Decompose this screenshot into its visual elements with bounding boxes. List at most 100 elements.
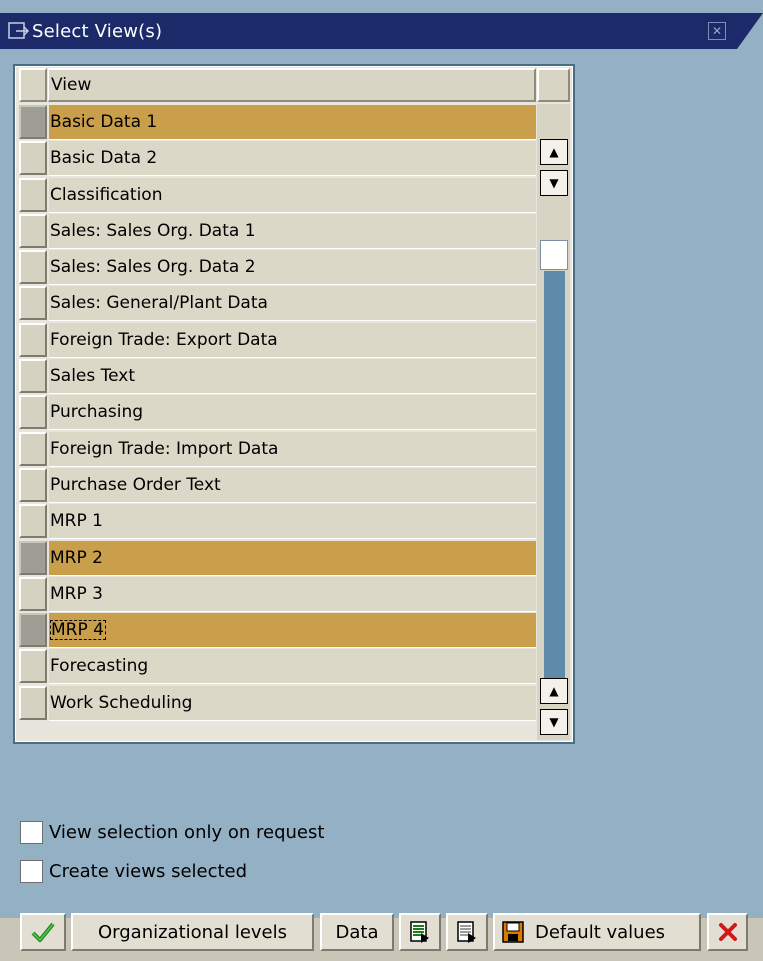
data-button[interactable]: Data xyxy=(320,913,394,951)
table-row[interactable]: MRP 2 xyxy=(19,540,537,576)
row-selector[interactable] xyxy=(19,576,47,611)
row-selector[interactable] xyxy=(19,286,47,321)
row-selector[interactable] xyxy=(19,141,47,176)
table-row[interactable]: Sales: General/Plant Data xyxy=(19,285,537,322)
scroll-up-icon[interactable]: ▲ xyxy=(540,139,568,165)
table-row[interactable]: Sales Text xyxy=(19,358,537,395)
view-label: MRP 1 xyxy=(50,511,103,532)
table-row[interactable]: Purchase Order Text xyxy=(19,467,537,503)
deselect-all-icon xyxy=(457,921,476,943)
view-label: MRP 3 xyxy=(50,583,103,604)
row-selector[interactable] xyxy=(19,649,47,684)
select-all-button[interactable] xyxy=(19,68,47,102)
view-table: View Basic Data 1 Basic Data 2 Classificat… xyxy=(13,64,575,744)
page-down-icon[interactable]: ▼ xyxy=(540,709,568,735)
scroll-track[interactable] xyxy=(544,271,565,703)
view-label: Basic Data 1 xyxy=(50,112,158,132)
view-cell[interactable]: MRP 1 xyxy=(49,504,536,540)
view-label: Sales Text xyxy=(50,366,136,387)
column-settings-button[interactable] xyxy=(537,68,570,102)
view-label: Foreign Trade: Import Data xyxy=(50,438,279,459)
row-selector[interactable] xyxy=(19,504,47,539)
page-up-icon[interactable]: ▲ xyxy=(540,678,568,704)
row-selector[interactable] xyxy=(19,431,47,466)
scroll-down-icon[interactable]: ▼ xyxy=(540,170,568,196)
view-label: Forecasting xyxy=(50,656,149,677)
view-label: Purchase Order Text xyxy=(50,474,221,495)
view-cell[interactable]: MRP 4 xyxy=(49,613,536,649)
row-selector[interactable] xyxy=(19,395,47,430)
row-selector[interactable] xyxy=(19,467,47,502)
table-row[interactable]: Purchasing xyxy=(19,394,537,431)
deselect-all-views-button[interactable] xyxy=(446,913,488,951)
table-row[interactable]: MRP 1 xyxy=(19,503,537,540)
view-selection-option[interactable]: View selection only on request xyxy=(20,818,324,846)
view-cell[interactable]: Sales Text xyxy=(49,359,536,395)
table-row[interactable]: Sales: Sales Org. Data 2 xyxy=(19,249,537,286)
view-cell[interactable]: Sales: General/Plant Data xyxy=(49,286,536,322)
table-row[interactable]: Foreign Trade: Export Data xyxy=(19,322,537,358)
view-label: MRP 4 xyxy=(50,620,106,641)
row-selector[interactable] xyxy=(19,250,47,285)
view-cell[interactable]: Basic Data 2 xyxy=(49,141,536,177)
column-header-view[interactable]: View xyxy=(48,68,536,102)
view-cell[interactable]: Sales: Sales Org. Data 2 xyxy=(49,250,536,286)
confirm-button[interactable] xyxy=(20,913,66,951)
view-cell[interactable]: Basic Data 1 xyxy=(49,105,536,140)
view-cell[interactable]: Purchasing xyxy=(49,395,536,431)
organizational-levels-button[interactable]: Organizational levels xyxy=(71,913,314,951)
row-selector[interactable] xyxy=(19,322,47,357)
view-cell[interactable]: Foreign Trade: Export Data xyxy=(49,322,536,358)
view-cell[interactable]: Sales: Sales Org. Data 1 xyxy=(49,213,536,249)
row-selector[interactable] xyxy=(19,105,47,139)
row-selector[interactable] xyxy=(19,177,47,212)
vertical-scrollbar[interactable]: ▲ ▼ ▲ ▼ xyxy=(537,104,570,740)
create-views-checkbox[interactable] xyxy=(20,859,43,883)
row-selector[interactable] xyxy=(19,540,47,575)
row-selector[interactable] xyxy=(19,213,47,248)
cancel-button[interactable] xyxy=(707,913,748,951)
organizational-levels-label: Organizational levels xyxy=(97,921,287,943)
checkmark-icon xyxy=(31,922,55,942)
view-selection-checkbox[interactable] xyxy=(20,820,43,844)
table-row[interactable]: Sales: Sales Org. Data 1 xyxy=(19,213,537,249)
dialog-window: Select View(s) ✕ View Basic Data 1 Basic … xyxy=(0,0,763,903)
view-cell[interactable]: Foreign Trade: Import Data xyxy=(49,431,536,467)
create-views-option[interactable]: Create views selected xyxy=(20,857,247,885)
table-row[interactable]: Forecasting xyxy=(19,648,537,685)
row-selector[interactable] xyxy=(19,685,47,720)
row-selector[interactable] xyxy=(19,613,47,648)
row-selector[interactable] xyxy=(19,359,47,394)
default-values-label: Default values xyxy=(535,921,666,943)
table-row[interactable]: Classification xyxy=(19,177,537,213)
table-row[interactable]: MRP 4 xyxy=(19,612,537,649)
view-label: MRP 2 xyxy=(50,547,103,568)
view-selection-label: View selection only on request xyxy=(49,821,325,843)
view-cell[interactable]: Forecasting xyxy=(49,649,536,685)
save-icon xyxy=(502,921,524,943)
view-label: Sales: Sales Org. Data 2 xyxy=(50,257,256,278)
view-label: Foreign Trade: Export Data xyxy=(50,329,278,350)
view-label: Purchasing xyxy=(50,402,144,423)
table-row[interactable]: MRP 3 xyxy=(19,576,537,612)
view-label: Work Scheduling xyxy=(50,692,193,713)
view-cell[interactable]: Work Scheduling xyxy=(49,685,536,721)
default-values-button[interactable]: Default values xyxy=(493,913,701,951)
table-rows: Basic Data 1 Basic Data 2 Classification Sa… xyxy=(19,104,537,721)
view-cell[interactable]: MRP 2 xyxy=(49,540,536,576)
table-row[interactable]: Foreign Trade: Import Data xyxy=(19,431,537,467)
view-cell[interactable]: MRP 3 xyxy=(49,576,536,612)
table-row[interactable]: Work Scheduling xyxy=(19,685,537,721)
data-label: Data xyxy=(335,921,379,943)
select-all-views-button[interactable] xyxy=(399,913,441,951)
scroll-thumb[interactable] xyxy=(540,240,568,270)
window-title: Select View(s) xyxy=(32,21,163,42)
view-label: Sales: General/Plant Data xyxy=(50,293,268,314)
window-icon xyxy=(8,21,30,41)
close-icon[interactable]: ✕ xyxy=(708,22,726,40)
select-all-icon xyxy=(410,921,429,943)
view-cell[interactable]: Classification xyxy=(49,177,536,213)
table-row[interactable]: Basic Data 2 xyxy=(19,140,537,177)
view-cell[interactable]: Purchase Order Text xyxy=(49,467,536,503)
table-row[interactable]: Basic Data 1 xyxy=(19,104,537,140)
